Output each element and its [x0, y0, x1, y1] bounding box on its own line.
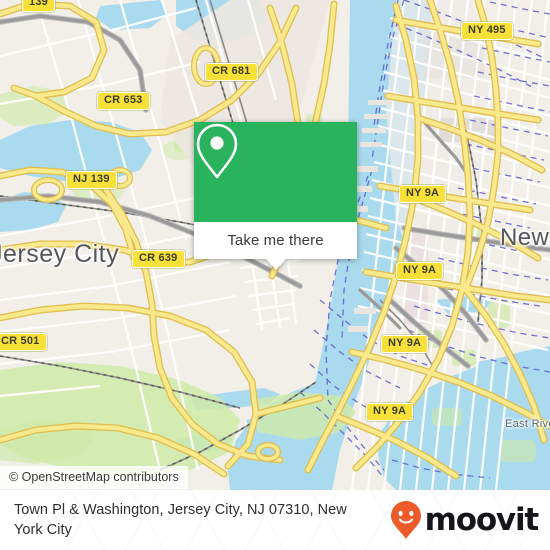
place-label-jersey-city: Jersey City [0, 240, 120, 268]
road-shield: NY 495 [461, 22, 513, 40]
footer-bar: Town Pl & Washington, Jersey City, NJ 07… [0, 490, 550, 550]
moovit-smiley-pin-icon [390, 501, 421, 539]
osm-attribution[interactable]: © OpenStreetMap contributors [0, 466, 188, 489]
address-text: Town Pl & Washington, Jersey City, NJ 07… [14, 502, 347, 538]
place-label-east-river: East River [505, 418, 550, 430]
road-shield: NY 9A [396, 262, 444, 280]
take-me-there-label: Take me there [227, 232, 324, 249]
road-shield: NY 9A [366, 403, 414, 421]
callout-pin-area [194, 122, 357, 222]
place-label-new-york: New [500, 224, 550, 251]
map-pin-icon [196, 123, 238, 179]
take-me-there-button[interactable]: Take me there [194, 222, 357, 270]
road-shield: CR 501 [0, 333, 47, 351]
road-shield: NY 9A [381, 335, 429, 353]
road-shield: NJ 139 [66, 171, 117, 189]
moovit-map-screenshot: 139 CR 681 NY 495 CR 653 NJ 139 CR 639 N… [0, 0, 550, 550]
road-shield: CR 653 [97, 92, 150, 110]
road-shield: CR 681 [205, 63, 258, 81]
moovit-wordmark: moovit [424, 501, 540, 538]
road-shield: NY 9A [399, 185, 447, 203]
map-canvas[interactable]: 139 CR 681 NY 495 CR 653 NJ 139 CR 639 N… [0, 0, 550, 490]
road-shield: CR 639 [132, 250, 185, 268]
location-callout-card[interactable]: Take me there [194, 122, 357, 270]
callout-tail [265, 259, 286, 270]
road-shield: 139 [22, 0, 55, 12]
moovit-logo[interactable]: moovit [390, 500, 540, 540]
